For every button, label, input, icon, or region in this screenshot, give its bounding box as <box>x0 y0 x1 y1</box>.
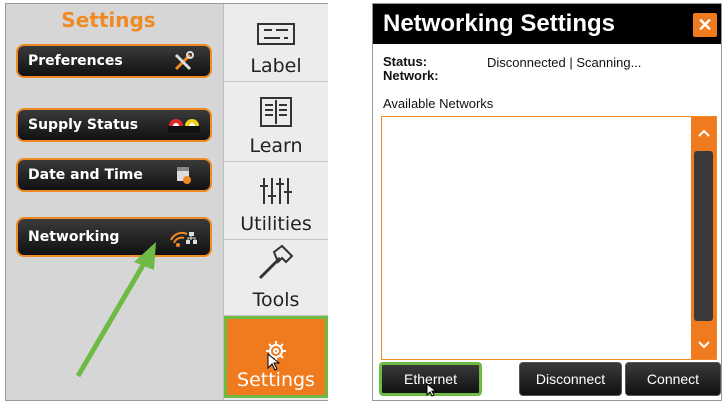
settings-panel: Settings Preferences Supply Status Date … <box>5 3 328 401</box>
network-list[interactable] <box>381 116 717 360</box>
annotation-arrow <box>75 242 156 378</box>
cursor-icon <box>426 382 438 400</box>
network-label: Network: <box>383 68 439 83</box>
nav-tools[interactable]: Tools <box>224 240 328 316</box>
nav-utilities[interactable]: Utilities <box>224 162 328 240</box>
disconnect-button[interactable]: Disconnect <box>519 362 622 396</box>
dialog-title: Networking Settings <box>383 10 616 37</box>
nav-settings[interactable]: Settings <box>224 316 328 398</box>
status-value: Disconnected | Scanning... <box>487 55 642 70</box>
nav-learn-text: Learn <box>249 135 303 157</box>
sliders-icon <box>258 176 294 211</box>
hammer-icon <box>256 244 296 287</box>
connect-button[interactable]: Connect <box>625 362 721 396</box>
cursor-icon <box>267 352 281 376</box>
scroll-up-icon[interactable] <box>691 121 716 145</box>
nav-tools-text: Tools <box>252 289 300 311</box>
scrollbar[interactable] <box>691 117 716 359</box>
networking-settings-dialog: Networking Settings ✕ Status: Network: D… <box>372 3 722 401</box>
nav-utilities-text: Utilities <box>240 213 312 235</box>
scroll-down-icon[interactable] <box>691 333 716 357</box>
nav-strip: Label Learn Utilities Tools Settings <box>223 4 328 400</box>
nav-learn[interactable]: Learn <box>224 82 328 162</box>
nav-label-text: Label <box>250 55 302 77</box>
status-label: Status: <box>383 54 428 69</box>
available-networks-label: Available Networks <box>383 96 494 111</box>
dialog-header: Networking Settings ✕ <box>373 4 721 44</box>
label-icon <box>256 20 296 53</box>
scroll-thumb[interactable] <box>694 151 713 321</box>
close-button[interactable]: ✕ <box>693 13 717 37</box>
nav-label[interactable]: Label <box>224 4 328 82</box>
status-labels: Status: Network: <box>383 55 439 83</box>
ethernet-button[interactable]: Ethernet <box>379 362 482 397</box>
book-icon <box>259 96 293 133</box>
